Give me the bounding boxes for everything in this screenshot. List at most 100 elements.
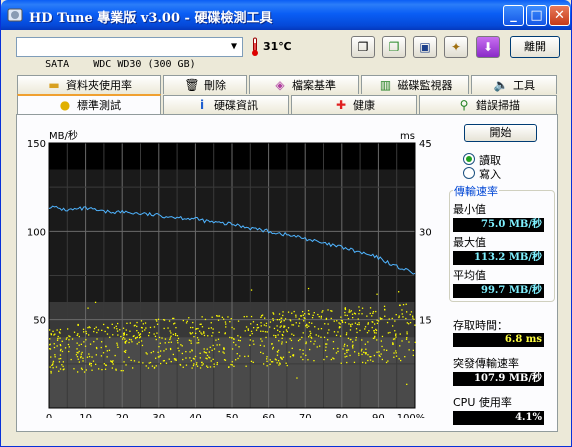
access-time-point — [155, 338, 157, 341]
maximize-button[interactable]: □ — [526, 5, 547, 26]
access-time-point — [361, 339, 363, 341]
access-time-point — [57, 335, 59, 338]
access-time-point — [249, 334, 251, 336]
x-tick: 0 — [46, 413, 52, 418]
access-time-point — [235, 359, 237, 361]
access-time-point — [406, 331, 408, 333]
access-time-point — [354, 322, 357, 324]
access-time-point — [247, 355, 249, 357]
options-button[interactable]: ⬇ — [476, 36, 500, 58]
access-time-point — [224, 332, 226, 334]
access-time-point — [361, 353, 363, 356]
access-time-point — [196, 365, 199, 367]
access-time-point — [302, 358, 304, 361]
access-time-point — [140, 340, 143, 342]
access-time-point — [394, 320, 396, 322]
write-radio[interactable]: 寫入 — [463, 166, 543, 181]
access-time-point — [296, 377, 298, 379]
access-time-point — [363, 351, 365, 353]
access-time-point — [103, 323, 105, 326]
access-time-point — [367, 359, 369, 362]
save-button[interactable]: ▣ — [413, 36, 437, 58]
access-time-point — [291, 312, 293, 314]
access-time-point — [348, 309, 351, 311]
access-time-point — [230, 363, 232, 366]
avg-label: 平均值 — [453, 269, 486, 282]
access-time-point — [350, 325, 352, 328]
access-time-point — [196, 342, 198, 344]
access-time-point — [157, 351, 159, 353]
settings-button[interactable]: ✦ — [444, 36, 468, 58]
access-time-point — [373, 354, 375, 357]
access-time-point — [125, 349, 127, 352]
read-radio[interactable]: 讀取 — [463, 152, 543, 167]
access-time-value: 6.8 ms — [453, 333, 544, 347]
copy-text-button[interactable]: ❐ — [351, 36, 375, 58]
access-time-point — [295, 322, 297, 324]
tab-error-scan[interactable]: ⚲ 錯誤掃描 — [419, 95, 557, 114]
access-time-point — [324, 323, 326, 325]
tab-disk-monitor[interactable]: ▥ 磁碟監視器 — [361, 75, 469, 94]
access-time-point — [253, 343, 255, 345]
access-time-point — [265, 322, 268, 324]
access-time-point — [346, 314, 348, 317]
close-button[interactable]: ✕ — [549, 5, 570, 26]
tab-benchmark[interactable]: ● 標準測試 — [17, 94, 161, 114]
access-time-point — [122, 370, 124, 372]
tab-disk-info[interactable]: i 硬碟資訊 — [163, 95, 289, 114]
access-time-point — [283, 320, 285, 322]
access-time-point — [233, 328, 235, 330]
access-time-point — [402, 304, 405, 306]
access-time-point — [308, 336, 310, 338]
access-time-point — [282, 334, 284, 337]
tab-erase[interactable]: 🗑 刪除 — [163, 75, 247, 94]
tab-health[interactable]: ✚ 健康 — [291, 95, 417, 114]
minimize-button[interactable]: _ — [503, 5, 524, 26]
access-time-point — [67, 343, 70, 346]
max-value: 113.2 MB/秒 — [453, 251, 544, 265]
access-time-point — [123, 336, 125, 339]
access-time-point — [192, 364, 195, 367]
access-time-point — [128, 338, 131, 341]
radio-read-dot[interactable] — [463, 153, 475, 165]
drive-select[interactable]: SATA WDC WD30 (300 GB) ▼ — [16, 37, 243, 70]
y-tick-right: 30 — [419, 227, 432, 238]
title-bar[interactable]: HD Tune 專業版 v3.00 - 硬碟檢測工具 _ □ ✕ — [1, 0, 571, 30]
start-button[interactable]: 開始 — [464, 124, 537, 142]
tab-file-benchmark[interactable]: ◈ 檔案基準 — [249, 75, 359, 94]
copy-image-button[interactable]: ❐ — [382, 36, 406, 58]
access-time-point — [223, 359, 226, 361]
access-time-point — [78, 361, 80, 363]
access-time-point — [113, 327, 116, 329]
exit-button[interactable]: 離開 — [510, 36, 560, 58]
access-time-point — [409, 313, 411, 316]
access-time-point — [335, 334, 338, 336]
access-time-point — [281, 317, 283, 319]
access-time-point — [275, 336, 277, 338]
access-time-point — [203, 348, 205, 350]
radio-write-dot[interactable] — [463, 167, 475, 179]
avg-value: 99.7 MB/秒 — [453, 284, 544, 298]
access-time-point — [126, 334, 128, 336]
access-time-point — [158, 336, 161, 339]
access-time-point — [131, 341, 133, 343]
access-time-point — [332, 357, 334, 359]
access-time-point — [212, 328, 214, 330]
access-time-point — [181, 345, 183, 347]
file-bench-icon: ◈ — [275, 78, 285, 92]
tab-folder-usage[interactable]: ▬ 資料夾使用率 — [17, 75, 161, 94]
access-time-point — [89, 343, 92, 345]
access-time-point — [364, 328, 366, 330]
access-time-point — [327, 309, 329, 311]
chevron-down-icon[interactable]: ▼ — [226, 38, 242, 56]
access-time-point — [138, 361, 140, 363]
tab-tools[interactable]: 🔈 工具 — [471, 75, 557, 94]
access-time-point — [231, 361, 233, 363]
access-time-point — [244, 330, 246, 332]
access-time-point — [155, 357, 157, 359]
access-time-point — [148, 362, 150, 364]
access-time-point — [169, 338, 171, 341]
access-time-point — [394, 338, 396, 340]
access-time-point — [66, 337, 68, 339]
access-time-point — [112, 363, 114, 365]
